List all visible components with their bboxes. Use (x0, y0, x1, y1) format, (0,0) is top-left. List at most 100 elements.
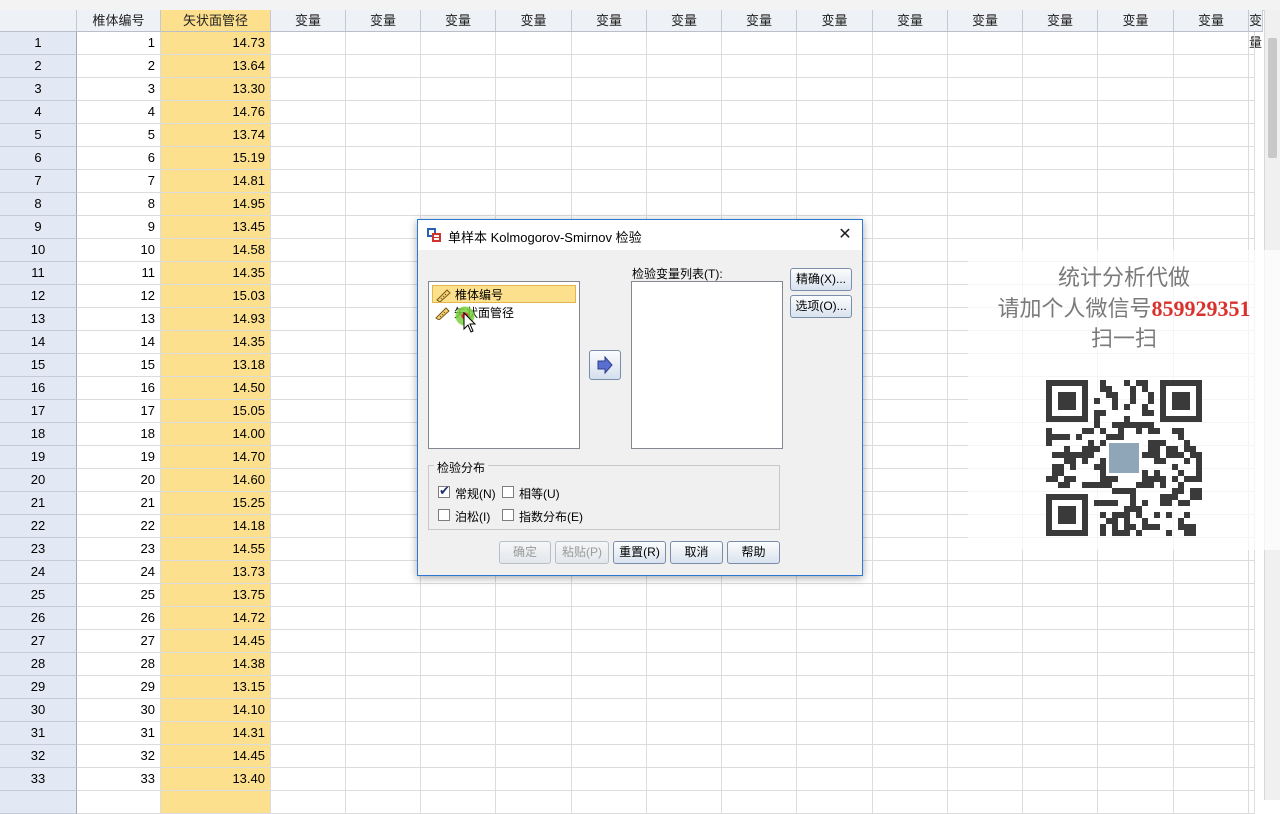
cell-empty[interactable] (948, 101, 1023, 124)
cell-empty[interactable] (797, 32, 873, 55)
row-header[interactable]: 9 (0, 216, 77, 239)
cell-empty[interactable] (948, 78, 1023, 101)
column-header-variable[interactable]: 变量 (346, 10, 421, 32)
cell-empty[interactable] (1249, 193, 1255, 216)
cell-empty[interactable] (346, 584, 421, 607)
cell-empty[interactable] (948, 607, 1023, 630)
test-variable-list[interactable] (631, 281, 783, 449)
cell-sagittal-diameter[interactable]: 13.75 (161, 584, 271, 607)
cell-empty[interactable] (873, 515, 948, 538)
row-header[interactable]: 1 (0, 32, 77, 55)
cell-empty[interactable] (1249, 147, 1255, 170)
cell-empty[interactable] (346, 768, 421, 791)
cell-empty[interactable] (421, 101, 496, 124)
cell-sagittal-diameter[interactable]: 13.64 (161, 55, 271, 78)
row-header[interactable]: 29 (0, 676, 77, 699)
cell-empty[interactable] (1098, 699, 1174, 722)
row-header[interactable]: 10 (0, 239, 77, 262)
cell-empty[interactable] (722, 78, 797, 101)
cell-empty[interactable] (647, 124, 722, 147)
cell-empty[interactable] (271, 538, 346, 561)
cell-empty[interactable] (1023, 78, 1098, 101)
cell-empty[interactable] (1249, 722, 1255, 745)
move-variable-button[interactable] (589, 350, 621, 380)
cell-empty[interactable] (346, 216, 421, 239)
cell-empty[interactable] (1023, 630, 1098, 653)
cell-sagittal-diameter[interactable]: 14.93 (161, 308, 271, 331)
cell-empty[interactable] (572, 584, 647, 607)
cell-empty[interactable] (647, 768, 722, 791)
cell-empty[interactable] (797, 768, 873, 791)
cell-empty[interactable] (421, 193, 496, 216)
cell-empty[interactable] (1174, 584, 1249, 607)
cell-sagittal-diameter[interactable]: 15.19 (161, 147, 271, 170)
cell-empty[interactable] (271, 492, 346, 515)
cell-empty[interactable] (948, 699, 1023, 722)
cell-empty[interactable] (496, 607, 572, 630)
cell-sagittal-diameter[interactable]: 14.18 (161, 515, 271, 538)
cell-vertebra-id[interactable]: 27 (77, 630, 161, 653)
cell-empty[interactable] (1098, 78, 1174, 101)
uniform-checkbox-box[interactable] (502, 486, 514, 498)
cell-empty[interactable] (948, 561, 1023, 584)
cell-sagittal-diameter[interactable]: 13.73 (161, 561, 271, 584)
cell-empty[interactable] (1174, 699, 1249, 722)
cell-empty[interactable] (1023, 607, 1098, 630)
cell-empty[interactable] (1249, 584, 1255, 607)
cell-empty[interactable] (1249, 32, 1255, 55)
row-header[interactable]: 7 (0, 170, 77, 193)
cell-empty[interactable] (1174, 607, 1249, 630)
cell-empty[interactable] (271, 768, 346, 791)
cell-empty[interactable] (271, 101, 346, 124)
cell-empty[interactable] (1174, 32, 1249, 55)
cell-empty[interactable] (346, 377, 421, 400)
cell-empty[interactable] (346, 239, 421, 262)
cell-empty[interactable] (1174, 676, 1249, 699)
normal-checkbox-box[interactable] (438, 483, 450, 499)
column-header-variable[interactable]: 变量 (647, 10, 722, 32)
cell-empty[interactable] (496, 101, 572, 124)
cell-empty[interactable] (1023, 722, 1098, 745)
cell-empty[interactable] (271, 170, 346, 193)
cell-empty[interactable] (1023, 124, 1098, 147)
cell-empty[interactable] (496, 584, 572, 607)
row-header[interactable]: 4 (0, 101, 77, 124)
cell-empty[interactable] (873, 699, 948, 722)
cell-empty[interactable] (421, 699, 496, 722)
cell-vertebra-id[interactable]: 33 (77, 768, 161, 791)
cell-empty[interactable] (722, 55, 797, 78)
cell-vertebra-id[interactable]: 24 (77, 561, 161, 584)
cell-empty[interactable] (572, 101, 647, 124)
cell-empty[interactable] (496, 722, 572, 745)
cell-empty[interactable] (722, 653, 797, 676)
cell-empty[interactable] (271, 607, 346, 630)
cell-empty[interactable] (271, 676, 346, 699)
cell-empty[interactable] (873, 262, 948, 285)
cell-empty[interactable] (1023, 791, 1098, 814)
cell-vertebra-id[interactable]: 11 (77, 262, 161, 285)
cell-empty[interactable] (722, 584, 797, 607)
cell-empty[interactable] (873, 216, 948, 239)
cell-empty[interactable] (496, 699, 572, 722)
cell-sagittal-diameter[interactable]: 14.81 (161, 170, 271, 193)
cell-vertebra-id[interactable]: 26 (77, 607, 161, 630)
cell-vertebra-id[interactable]: 12 (77, 285, 161, 308)
cell-sagittal-diameter[interactable]: 13.45 (161, 216, 271, 239)
cell-empty[interactable] (647, 791, 722, 814)
cell-empty[interactable] (421, 584, 496, 607)
cell-empty[interactable] (421, 32, 496, 55)
cell-empty[interactable] (572, 630, 647, 653)
column-header-variable[interactable]: 变量 (873, 10, 948, 32)
cell-empty[interactable] (1023, 745, 1098, 768)
cell-empty[interactable] (1249, 791, 1255, 814)
cell-empty[interactable] (873, 584, 948, 607)
cell-empty[interactable] (421, 722, 496, 745)
exponential-checkbox-box[interactable] (502, 509, 514, 521)
cell-vertebra-id[interactable]: 3 (77, 78, 161, 101)
cell-empty[interactable] (572, 791, 647, 814)
cell-empty[interactable] (722, 745, 797, 768)
cell-empty[interactable] (271, 147, 346, 170)
cell-sagittal-diameter[interactable]: 14.45 (161, 630, 271, 653)
cell-empty[interactable] (346, 446, 421, 469)
cell-empty[interactable] (271, 262, 346, 285)
